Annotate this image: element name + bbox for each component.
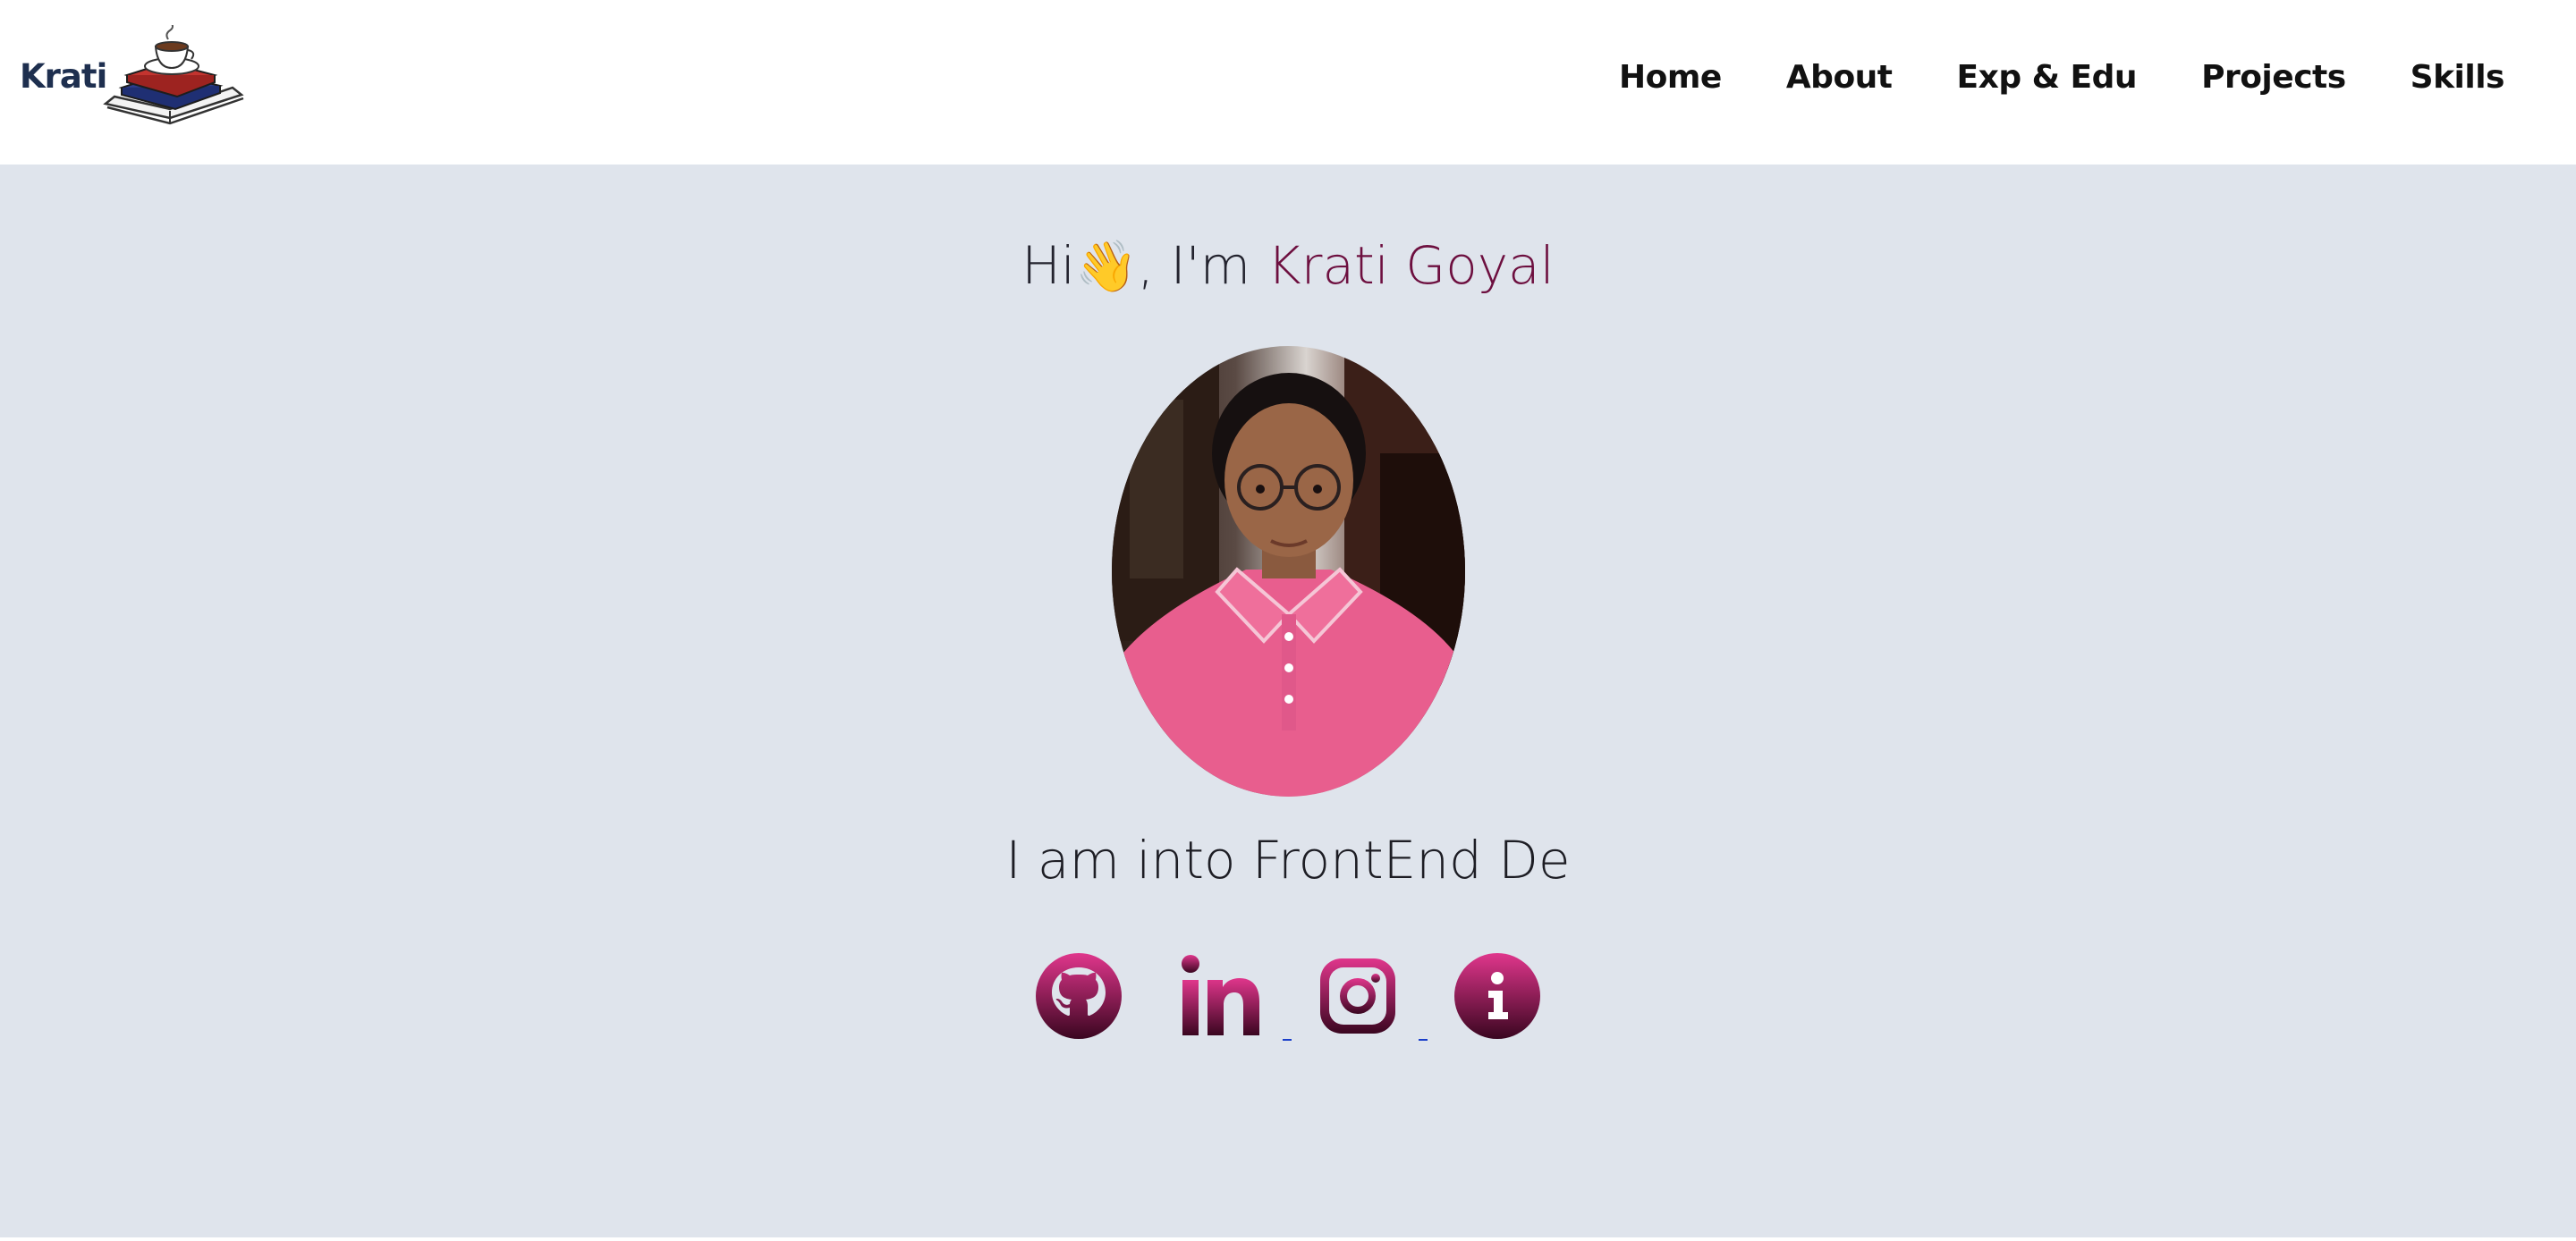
instagram-link-underline — [1419, 1039, 1428, 1041]
linkedin-link-underline — [1283, 1039, 1292, 1041]
navbar: Krati Home About Exp & Edu Projects Skil… — [0, 0, 2576, 165]
portrait-illustration — [1112, 346, 1465, 797]
site-logo[interactable]: Krati — [20, 25, 244, 132]
greeting-middle: , I'm — [1137, 235, 1267, 296]
tagline-typewriter: I am into FrontEnd De — [1005, 830, 1571, 891]
github-link[interactable] — [1034, 951, 1123, 1041]
greeting-prefix: Hi — [1021, 235, 1075, 296]
books-coffee-cup-icon — [103, 25, 244, 125]
waving-hand-icon: 👋 — [1075, 238, 1138, 296]
social-links — [1029, 951, 1547, 1050]
linkedin-link[interactable] — [1175, 951, 1265, 1041]
nav-projects[interactable]: Projects — [2201, 59, 2346, 96]
info-link[interactable] — [1453, 951, 1542, 1041]
nav-home[interactable]: Home — [1619, 59, 1722, 96]
main-nav: Home About Exp & Edu Projects Skills — [1619, 59, 2504, 96]
person-name: Krati Goyal — [1267, 235, 1555, 296]
instagram-link[interactable] — [1313, 951, 1402, 1041]
instagram-icon — [1320, 958, 1395, 1034]
info-icon — [1454, 953, 1540, 1039]
nav-skills[interactable]: Skills — [2411, 59, 2505, 96]
nav-exp-edu[interactable]: Exp & Edu — [1957, 59, 2138, 96]
logo-text: Krati — [20, 57, 107, 96]
hero-section: Hi👋, I'm Krati Goyal I am into FrontEnd … — [0, 165, 2576, 1237]
next-section-edge — [0, 1237, 2576, 1241]
greeting-heading: Hi👋, I'm Krati Goyal — [0, 235, 2576, 296]
profile-photo — [1112, 346, 1465, 797]
github-icon — [1036, 953, 1122, 1039]
nav-about[interactable]: About — [1786, 59, 1893, 96]
linkedin-icon — [1182, 955, 1259, 1035]
